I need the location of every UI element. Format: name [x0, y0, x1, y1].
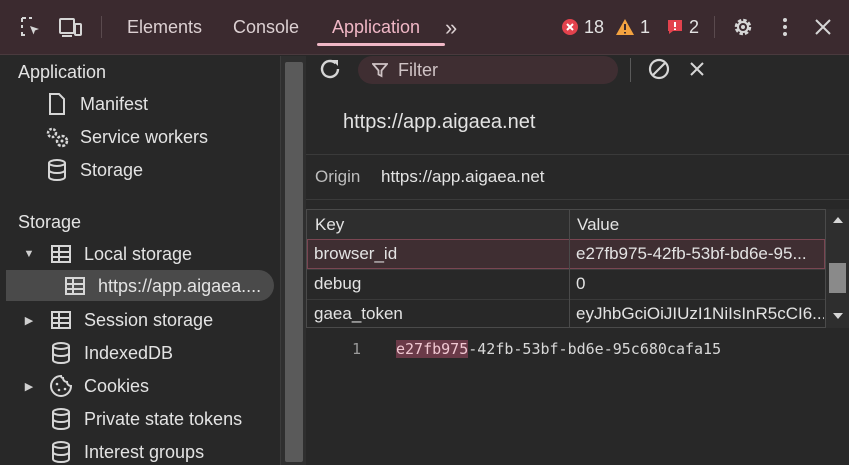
database-icon — [48, 439, 74, 465]
collapsed-triangle-icon[interactable]: ▶ — [22, 380, 36, 393]
cookie-icon — [48, 373, 74, 399]
origin-value: https://app.aigaea.net — [381, 167, 545, 186]
sidebar-heading-application: Application — [18, 62, 107, 82]
preview-highlight: e27fb975 — [396, 340, 469, 358]
sidebar-item-cookies[interactable]: ▶ Cookies — [22, 370, 149, 402]
warning-count-badge[interactable]: 1 — [615, 14, 650, 40]
expanded-triangle-icon[interactable]: ▼ — [22, 248, 36, 260]
table-icon — [48, 307, 74, 333]
collapsed-triangle-icon[interactable]: ▶ — [22, 314, 36, 327]
toolbar-divider — [714, 16, 715, 38]
sidebar-item-storage[interactable]: Storage — [44, 154, 143, 186]
filter-funnel-icon — [372, 62, 388, 78]
sidebar-item-local-storage-origin[interactable]: https://app.aigaea.... — [62, 270, 261, 302]
refresh-icon[interactable] — [318, 57, 342, 86]
tab-console[interactable]: Console — [233, 0, 299, 55]
cell-key: debug — [314, 274, 362, 293]
local-storage-panel: Filter https://app.aigaea.net Origin htt… — [306, 56, 849, 465]
more-tabs-button[interactable]: » — [445, 0, 457, 55]
origin-title: https://app.aigaea.net — [343, 111, 536, 133]
origin-row: Origin https://app.aigaea.net — [306, 154, 849, 200]
scroll-up-arrow-icon[interactable] — [833, 217, 843, 223]
devtools-tabbar: Elements Console Application » 18 1 2 — [0, 0, 849, 55]
sidebar-item-session-storage[interactable]: ▶ Session storage — [22, 304, 213, 336]
value-preview: 1 e27fb975-42fb-53bf-bd6e-95c680cafa15 — [306, 336, 849, 366]
error-count-badge[interactable]: 18 — [561, 14, 604, 40]
database-icon — [48, 406, 74, 432]
tab-elements[interactable]: Elements — [127, 0, 202, 55]
close-devtools-icon[interactable] — [810, 14, 836, 40]
cell-value: e27fb975-42fb-53bf-bd6e-95... — [576, 244, 807, 263]
sidebar-scrollbar-thumb[interactable] — [285, 62, 303, 462]
error-icon — [562, 19, 578, 35]
table-icon — [48, 241, 74, 267]
table-icon — [62, 273, 88, 299]
issues-count-badge[interactable]: 2 — [666, 14, 699, 40]
sidebar-scrollbar[interactable] — [280, 56, 306, 465]
device-toolbar-icon[interactable] — [58, 14, 84, 40]
toolbar-divider — [101, 16, 102, 38]
sidebar-item-private-state-tokens[interactable]: Private state tokens — [48, 403, 242, 435]
sidebar-item-local-storage[interactable]: ▼ Local storage — [22, 238, 193, 270]
database-icon — [48, 340, 74, 366]
warning-icon — [616, 19, 634, 35]
column-header-value[interactable]: Value — [577, 210, 619, 240]
cell-key: browser_id — [314, 244, 398, 263]
delete-selected-icon[interactable] — [689, 61, 705, 82]
origin-label: Origin — [315, 167, 361, 186]
cell-value: eyJhbGciOiJIUzI1NiIsInR5cCI6... — [576, 304, 824, 323]
table-scrollbar-thumb[interactable] — [829, 263, 846, 293]
gears-icon — [44, 124, 70, 150]
clear-all-icon[interactable] — [647, 57, 671, 86]
preview-rest: -42fb-53bf-bd6e-95c680cafa15 — [468, 340, 722, 358]
active-tab-indicator — [317, 43, 445, 46]
table-row[interactable]: browser_id e27fb975-42fb-53bf-bd6e-95... — [307, 239, 825, 269]
storage-toolbar: Filter — [306, 56, 849, 84]
application-sidebar: Application Manifest Service workers Sto… — [0, 56, 280, 465]
more-options-icon[interactable] — [772, 14, 798, 40]
preview-line-number: 1 — [352, 340, 362, 358]
column-header-key[interactable]: Key — [315, 210, 344, 240]
sidebar-heading-storage: Storage — [18, 212, 82, 232]
document-icon — [44, 91, 70, 117]
tab-application[interactable]: Application — [332, 0, 420, 55]
table-header-row — [307, 210, 825, 240]
table-scrollbar[interactable] — [826, 209, 849, 328]
cell-value: 0 — [576, 274, 586, 293]
scroll-down-arrow-icon[interactable] — [833, 313, 843, 319]
table-row[interactable]: debug 0 — [307, 269, 825, 299]
key-value-table: Key Value browser_id e27fb975-42fb-53bf-… — [306, 209, 826, 328]
sidebar-item-interest-groups[interactable]: Interest groups — [48, 436, 204, 465]
filter-input[interactable]: Filter — [358, 56, 618, 84]
preview-value-text[interactable]: e27fb975-42fb-53bf-bd6e-95c680cafa15 — [396, 340, 721, 358]
cell-key: gaea_token — [314, 304, 403, 323]
table-row[interactable]: gaea_token eyJhbGciOiJIUzI1NiIsInR5cCI6.… — [307, 299, 825, 327]
toolbar-divider — [630, 58, 631, 82]
inspect-element-icon[interactable] — [18, 14, 44, 40]
issue-icon — [668, 20, 682, 34]
column-divider[interactable] — [569, 210, 570, 327]
sidebar-item-indexeddb[interactable]: IndexedDB — [48, 337, 173, 369]
sidebar-item-service-workers[interactable]: Service workers — [44, 121, 208, 153]
settings-gear-icon[interactable] — [730, 14, 756, 40]
sidebar-item-manifest[interactable]: Manifest — [44, 88, 148, 120]
database-icon — [44, 157, 70, 183]
